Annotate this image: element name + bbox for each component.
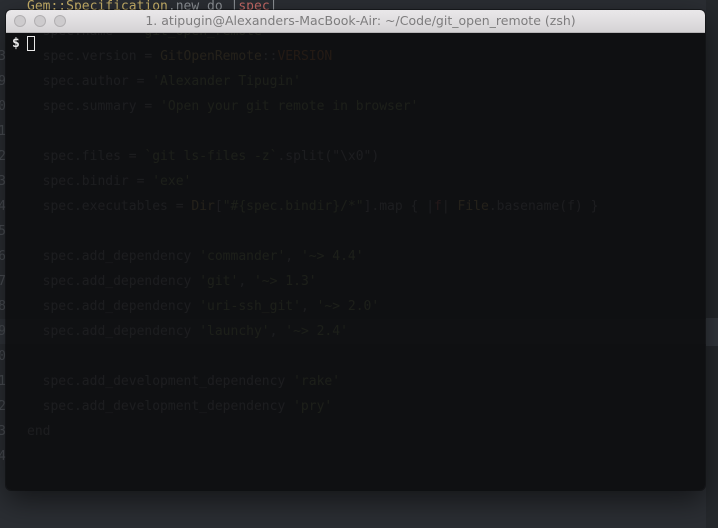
text-cursor	[27, 36, 35, 51]
terminal-content[interactable]: $	[6, 33, 705, 490]
scrollbar-marker	[706, 318, 718, 346]
terminal-window[interactable]: 1. atipugin@Alexanders-MacBook-Air: ~/Co…	[6, 10, 705, 490]
shell-prompt: $	[12, 36, 20, 51]
terminal-titlebar[interactable]: 1. atipugin@Alexanders-MacBook-Air: ~/Co…	[6, 10, 705, 33]
terminal-title: 1. atipugin@Alexanders-MacBook-Air: ~/Co…	[145, 13, 576, 28]
editor-scrollbar[interactable]	[706, 0, 718, 528]
